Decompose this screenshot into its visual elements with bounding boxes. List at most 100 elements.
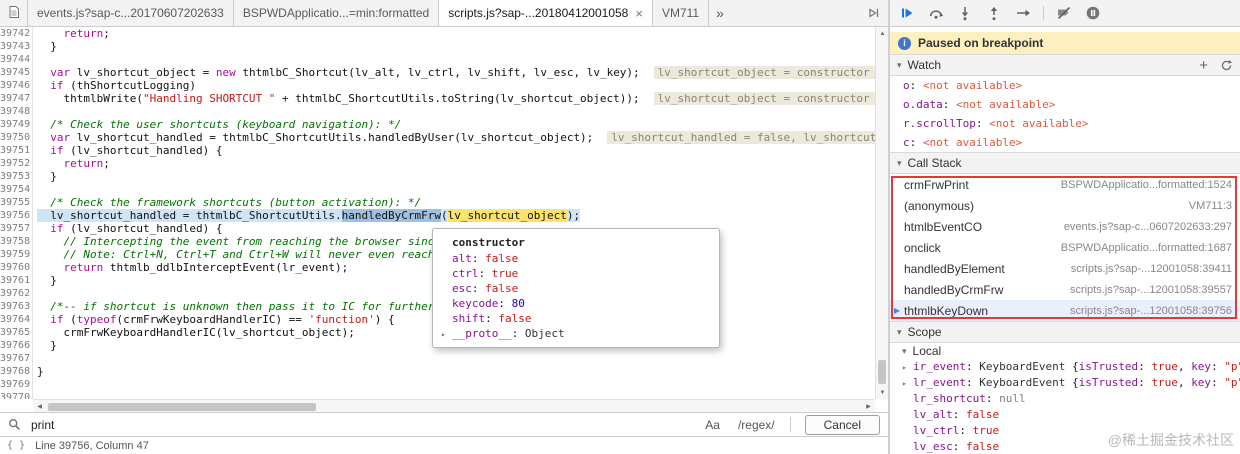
code-line: 39747 thtmlbWrite("Handling SHORTCUT " +… [0, 92, 875, 105]
scroll-up-icon[interactable]: ▲ [876, 27, 889, 40]
call-stack-frame[interactable]: handledByElement scripts.js?sap-...120010… [890, 258, 1240, 279]
code-text[interactable]: } [33, 40, 875, 53]
tab-overflow-button[interactable]: » [709, 0, 731, 26]
code-text[interactable]: return; [33, 157, 875, 170]
scope-header[interactable]: ▾ Scope [890, 321, 1240, 343]
horizontal-scroll-thumb[interactable] [48, 403, 316, 411]
editor-tab[interactable]: scripts.js?sap-...20180412001058 × [439, 0, 653, 26]
line-number[interactable]: 39756 [0, 209, 33, 222]
call-stack-frame[interactable]: crmFrwPrint BSPWDApplicatio...formatted:1… [890, 174, 1240, 195]
watch-expression[interactable]: r.scrollTop: <not available> [890, 114, 1240, 133]
line-number[interactable]: 39748 [0, 105, 33, 118]
step-over-button[interactable] [927, 4, 945, 22]
code-text[interactable]: lv_shortcut_handled = thtmlbC_ShortcutUt… [33, 209, 875, 222]
line-number[interactable]: 39742 [0, 27, 33, 40]
object-property[interactable]: ▸ __proto__: Object [441, 326, 711, 341]
watch-expression[interactable]: c: <not available> [890, 133, 1240, 152]
line-number[interactable]: 39759 [0, 248, 33, 261]
deactivate-breakpoints-button[interactable] [1055, 4, 1073, 22]
line-number[interactable]: 39762 [0, 287, 33, 300]
call-stack-frame[interactable]: htmlbEventCO events.js?sap-c...0607202633… [890, 216, 1240, 237]
call-stack-frame[interactable]: ▶ thtmlbKeyDown scripts.js?sap-...12001058… [890, 300, 1240, 321]
step-into-button[interactable] [956, 4, 974, 22]
line-number[interactable]: 39758 [0, 235, 33, 248]
step-button[interactable] [1014, 4, 1032, 22]
step-out-button[interactable] [985, 4, 1003, 22]
pretty-print-icon[interactable]: { } [7, 440, 25, 451]
line-number[interactable]: 39765 [0, 326, 33, 339]
pause-on-exceptions-button[interactable] [1084, 4, 1102, 22]
vertical-scroll-thumb[interactable] [878, 360, 886, 384]
scope-variable[interactable]: ▸ ir_event: KeyboardEvent {isTrusted: tru… [890, 359, 1240, 375]
line-number[interactable]: 39749 [0, 118, 33, 131]
code-text[interactable]: if (thShortcutLogging) [33, 79, 875, 92]
call-stack-header[interactable]: ▾ Call Stack [890, 152, 1240, 174]
code-text[interactable] [33, 53, 875, 66]
scope-group-local[interactable]: ▾ Local [890, 343, 1240, 359]
refresh-watch-button[interactable] [1220, 59, 1233, 72]
code-text[interactable]: } [33, 170, 875, 183]
line-number[interactable]: 39757 [0, 222, 33, 235]
line-number[interactable]: 39747 [0, 92, 33, 105]
code-text[interactable]: if (lv_shortcut_handled) { [33, 144, 875, 157]
scroll-down-icon[interactable]: ▼ [876, 386, 889, 399]
code-text[interactable] [33, 378, 875, 391]
line-number[interactable]: 39753 [0, 170, 33, 183]
editor-tab[interactable]: VM711 [653, 0, 710, 26]
line-number[interactable]: 39767 [0, 352, 33, 365]
triangle-right-icon[interactable]: ▸ [902, 360, 913, 375]
watch-expression[interactable]: o: <not available> [890, 76, 1240, 95]
editor-tab[interactable]: events.js?sap-c...20170607202633 [28, 0, 234, 26]
triangle-right-icon[interactable]: ▸ [441, 327, 452, 341]
regex-button[interactable]: /regex/ [738, 418, 775, 432]
line-number[interactable]: 39745 [0, 66, 33, 79]
code-text[interactable]: var lv_shortcut_object = new thtmlbC_Sho… [33, 66, 875, 79]
watch-expression[interactable]: o.data: <not available> [890, 95, 1240, 114]
scope-variable[interactable]: ▸ lr_event: KeyboardEvent {isTrusted: tru… [890, 375, 1240, 391]
navigator-toggle-button[interactable] [0, 0, 28, 26]
add-watch-button[interactable]: + [1199, 57, 1208, 74]
match-case-button[interactable]: Aa [705, 418, 720, 432]
line-number[interactable]: 39754 [0, 183, 33, 196]
code-text[interactable]: thtmlbWrite("Handling SHORTCUT " + thtml… [33, 92, 875, 105]
code-line: 39743 } [0, 40, 875, 53]
line-number[interactable]: 39743 [0, 40, 33, 53]
line-number[interactable]: 39746 [0, 79, 33, 92]
call-stack-frame[interactable]: (anonymous) VM711:3 [890, 195, 1240, 216]
editor-tab[interactable]: BSPWDApplicatio...=min:formatted [234, 0, 440, 26]
triangle-right-icon[interactable]: ▸ [902, 376, 913, 391]
call-stack-frame[interactable]: handledByCrmFrw scripts.js?sap-...1200105… [890, 279, 1240, 300]
line-number[interactable]: 39755 [0, 196, 33, 209]
expand-panel-icon[interactable] [862, 0, 886, 26]
code-text[interactable]: /* Check the framework shortcuts (button… [33, 196, 875, 209]
code-text[interactable] [33, 183, 875, 196]
code-text[interactable]: } [33, 365, 875, 378]
code-text[interactable] [33, 352, 875, 365]
code-text[interactable]: /* Check the user shortcuts (keyboard na… [33, 118, 875, 131]
line-number[interactable]: 39750 [0, 131, 33, 144]
code-text[interactable] [33, 391, 875, 399]
code-line: 39742 return; [0, 27, 875, 40]
code-text[interactable] [33, 105, 875, 118]
line-number[interactable]: 39768 [0, 365, 33, 378]
code-text[interactable]: return; [33, 27, 875, 40]
vertical-scrollbar[interactable]: ▲ ▼ [875, 27, 888, 399]
line-number[interactable]: 39769 [0, 378, 33, 391]
line-number[interactable]: 39761 [0, 274, 33, 287]
code-text[interactable]: var lv_shortcut_handled = thtmlbC_Shortc… [33, 131, 875, 144]
horizontal-scrollbar[interactable]: ◀ ▶ [33, 399, 875, 412]
search-input[interactable] [29, 416, 697, 433]
close-icon[interactable]: × [635, 7, 643, 20]
cancel-button[interactable]: Cancel [804, 414, 880, 435]
line-number[interactable]: 39766 [0, 339, 33, 352]
line-number[interactable]: 39770 [0, 391, 33, 399]
line-number[interactable]: 39752 [0, 157, 33, 170]
line-number[interactable]: 39751 [0, 144, 33, 157]
line-number[interactable]: 39764 [0, 313, 33, 326]
watch-header[interactable]: ▾ Watch + [890, 54, 1240, 76]
line-number[interactable]: 39760 [0, 261, 33, 274]
call-stack-frame[interactable]: onclick BSPWDApplicatio...formatted:1687 [890, 237, 1240, 258]
line-number[interactable]: 39763 [0, 300, 33, 313]
resume-button[interactable] [898, 4, 916, 22]
line-number[interactable]: 39744 [0, 53, 33, 66]
